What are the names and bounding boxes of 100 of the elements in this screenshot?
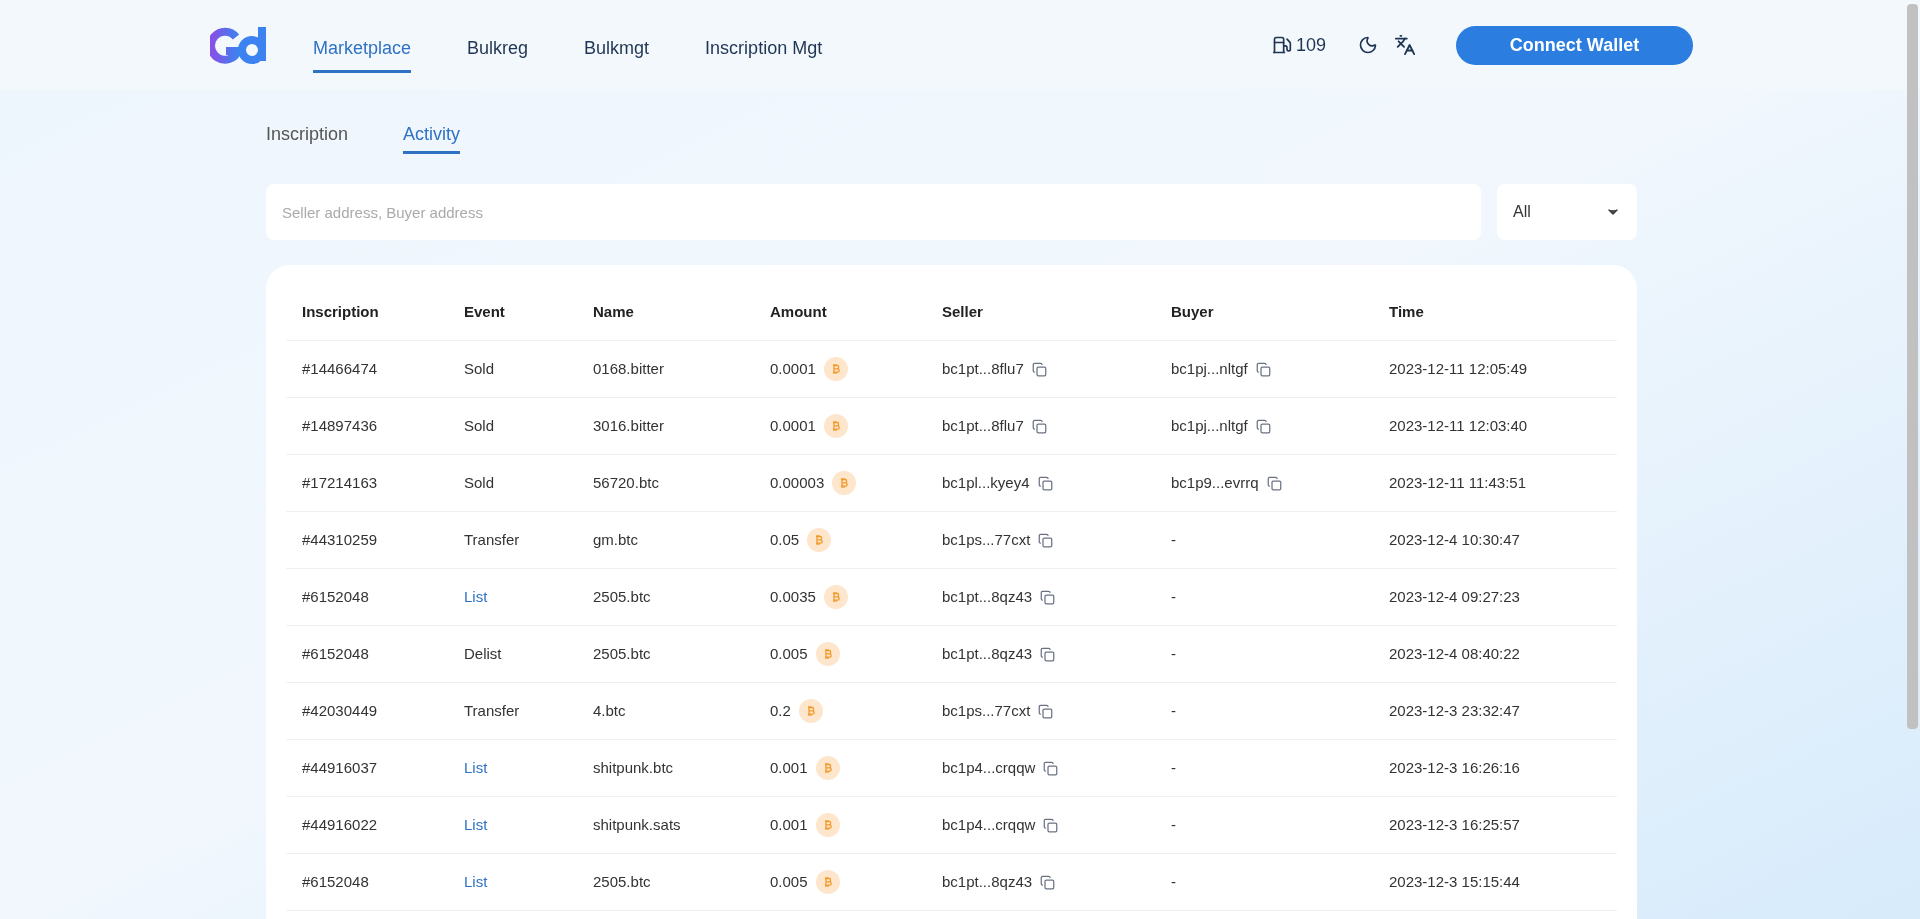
- address-text: bc1pt...8flu7: [942, 358, 1024, 379]
- inscription-number: #14897436: [302, 415, 379, 436]
- address-text: bc1p4...crqqw: [942, 757, 1036, 778]
- name-text: 2505.btc: [593, 871, 652, 892]
- time-text: 2023-12-3 23:32:47: [1389, 700, 1521, 721]
- empty-buyer: -: [1171, 586, 1177, 607]
- tab[interactable]: Inscription: [266, 118, 349, 154]
- address-text: bc1ps...77cxt: [942, 529, 1031, 550]
- amount-text: 0.0001: [770, 358, 816, 379]
- amount-text: 0.001: [770, 757, 808, 778]
- address-text: bc1pt...8qz43: [942, 586, 1033, 607]
- amount-text: 0.005: [770, 871, 808, 892]
- copy-icon[interactable]: [1031, 418, 1047, 434]
- name-text: shitpunk.btc: [593, 757, 675, 778]
- amount-text: 0.05: [770, 529, 800, 550]
- event-label: Transfer: [464, 700, 521, 721]
- inscription-number: #14466474: [302, 358, 379, 379]
- bitcoin-coin-icon: [823, 414, 848, 438]
- column-header: Event: [464, 302, 506, 323]
- event-label: Sold: [464, 472, 496, 493]
- bitcoin-coin-icon: [815, 870, 840, 894]
- gas-value: 109: [1295, 33, 1326, 57]
- bitcoin-coin-icon: [832, 471, 857, 495]
- event-filter-dropdown[interactable]: All: [1497, 184, 1637, 240]
- tab[interactable]: Activity: [403, 118, 461, 154]
- column-header: Amount: [770, 302, 828, 323]
- amount-text: 0.0001: [770, 415, 816, 436]
- copy-icon[interactable]: [1037, 475, 1053, 491]
- inscription-number: #6152048: [302, 871, 370, 892]
- copy-icon[interactable]: [1040, 646, 1056, 662]
- copy-icon[interactable]: [1266, 475, 1282, 491]
- nav-link[interactable]: Marketplace: [313, 35, 412, 73]
- address-text: bc1p9...evrrq: [1171, 472, 1259, 493]
- connect-wallet-button[interactable]: Connect Wallet: [1456, 25, 1693, 65]
- copy-icon[interactable]: [1255, 418, 1271, 434]
- time-text: 2023-12-4 08:40:22: [1389, 643, 1521, 664]
- empty-buyer: -: [1171, 757, 1177, 778]
- copy-icon[interactable]: [1040, 874, 1056, 890]
- inscription-number: #17214163: [302, 472, 379, 493]
- name-text: 2505.btc: [593, 586, 652, 607]
- column-header: Name: [593, 302, 635, 323]
- copy-icon[interactable]: [1043, 760, 1059, 776]
- empty-buyer: -: [1171, 814, 1177, 835]
- address-text: bc1p4...crqqw: [942, 814, 1036, 835]
- time-text: 2023-12-11 12:05:49: [1389, 358, 1529, 379]
- inscription-number: #42030449: [302, 700, 379, 721]
- copy-icon[interactable]: [1031, 361, 1047, 377]
- column-header: Time: [1389, 302, 1425, 323]
- time-text: 2023-12-3 16:26:16: [1389, 757, 1521, 778]
- amount-text: 0.00003: [770, 472, 825, 493]
- name-text: 56720.btc: [593, 472, 660, 493]
- bitcoin-coin-icon: [815, 642, 840, 666]
- amount-text: 0.005: [770, 643, 808, 664]
- fuel-pump-icon: [1271, 35, 1292, 55]
- event-label[interactable]: List: [464, 870, 593, 894]
- time-text: 2023-12-11 11:43:51: [1389, 472, 1528, 493]
- event-label: Delist: [464, 643, 503, 664]
- address-text: bc1pt...8flu7: [942, 415, 1024, 436]
- copy-icon[interactable]: [1040, 589, 1056, 605]
- time-text: 2023-12-11 12:03:40: [1389, 415, 1529, 436]
- copy-icon[interactable]: [1043, 817, 1059, 833]
- amount-text: 0.2: [770, 700, 791, 721]
- bitcoin-coin-icon: [807, 528, 832, 552]
- empty-buyer: -: [1171, 643, 1177, 664]
- nav-link[interactable]: Bulkmgt: [584, 35, 650, 73]
- inscription-number: #44916037: [302, 757, 379, 778]
- inscription-number: #44916022: [302, 814, 379, 835]
- address-text: bc1pj...nltgf: [1171, 358, 1248, 379]
- time-text: 2023-12-4 09:27:23: [1389, 586, 1521, 607]
- address-text: bc1pj...nltgf: [1171, 415, 1248, 436]
- inscription-number: #6152048: [302, 643, 370, 664]
- empty-buyer: -: [1171, 529, 1177, 550]
- event-label[interactable]: List: [464, 585, 593, 609]
- address-text: bc1ps...77cxt: [942, 700, 1031, 721]
- copy-icon[interactable]: [1038, 532, 1054, 548]
- inscription-number: #6152048: [302, 586, 370, 607]
- time-text: 2023-12-3 15:15:44: [1389, 871, 1521, 892]
- time-text: 2023-12-4 10:30:47: [1389, 529, 1521, 550]
- language-button[interactable]: [1394, 34, 1416, 56]
- dark-mode-toggle[interactable]: [1358, 35, 1378, 55]
- bitcoin-coin-icon: [815, 813, 840, 837]
- copy-icon[interactable]: [1038, 703, 1054, 719]
- event-label: Sold: [464, 358, 496, 379]
- column-header: Inscription: [302, 302, 380, 323]
- bitcoin-coin-icon: [815, 756, 840, 780]
- event-label[interactable]: List: [464, 813, 593, 837]
- time-text: 2023-12-3 16:25:57: [1389, 814, 1521, 835]
- empty-buyer: -: [1171, 871, 1177, 892]
- nav-link[interactable]: Bulkreg: [467, 35, 529, 73]
- name-text: gm.btc: [593, 529, 639, 550]
- name-text: shitpunk.sats: [593, 814, 682, 835]
- address-text: bc1pl...kyey4: [942, 472, 1030, 493]
- nav-link[interactable]: Inscription Mgt: [705, 35, 823, 73]
- copy-icon[interactable]: [1255, 361, 1271, 377]
- amount-text: 0.001: [770, 814, 808, 835]
- event-label: Sold: [464, 415, 496, 436]
- amount-text: 0.0035: [770, 586, 816, 607]
- search-field[interactable]: Seller address, Buyer address: [266, 184, 1481, 240]
- column-header: Buyer: [1171, 302, 1215, 323]
- event-label[interactable]: List: [464, 756, 593, 780]
